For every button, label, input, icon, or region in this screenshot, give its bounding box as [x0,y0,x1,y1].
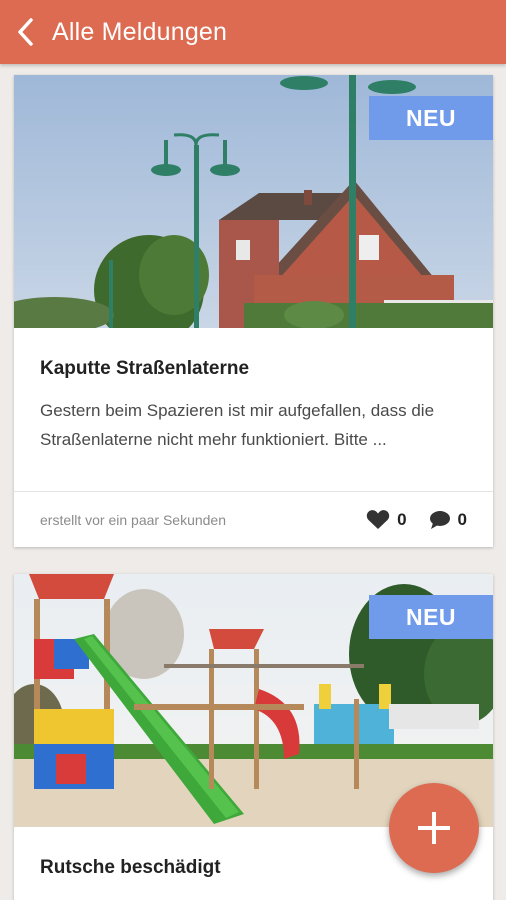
app-bar: Alle Meldungen [0,0,506,64]
add-report-button[interactable] [389,783,479,873]
report-title: Rutsche beschädigt [40,857,221,878]
comment-button[interactable]: 0 [429,510,467,530]
plus-icon [418,812,450,844]
report-card[interactable]: NEU Kaputte Straßenlaterne Gestern beim … [14,75,493,547]
street-lamp-photo: NEU [14,75,493,328]
card-footer: erstellt vor ein paar Sekunden 0 0 [14,492,493,547]
comment-count: 0 [457,509,467,529]
new-badge: NEU [369,96,493,140]
report-feed[interactable]: NEU Kaputte Straßenlaterne Gestern beim … [0,64,506,900]
comment-icon [429,510,450,529]
like-button[interactable]: 0 [366,509,407,530]
new-badge: NEU [369,595,493,639]
page-title: Alle Meldungen [52,17,228,46]
report-title: Kaputte Straßenlaterne [40,358,250,379]
chevron-left-icon [18,18,33,46]
created-timestamp: erstellt vor ein paar Sekunden [40,511,226,528]
back-button[interactable] [0,0,52,64]
like-count: 0 [397,509,407,529]
heart-icon [366,510,390,529]
report-description: Gestern beim Spazieren ist mir aufgefall… [40,401,435,449]
